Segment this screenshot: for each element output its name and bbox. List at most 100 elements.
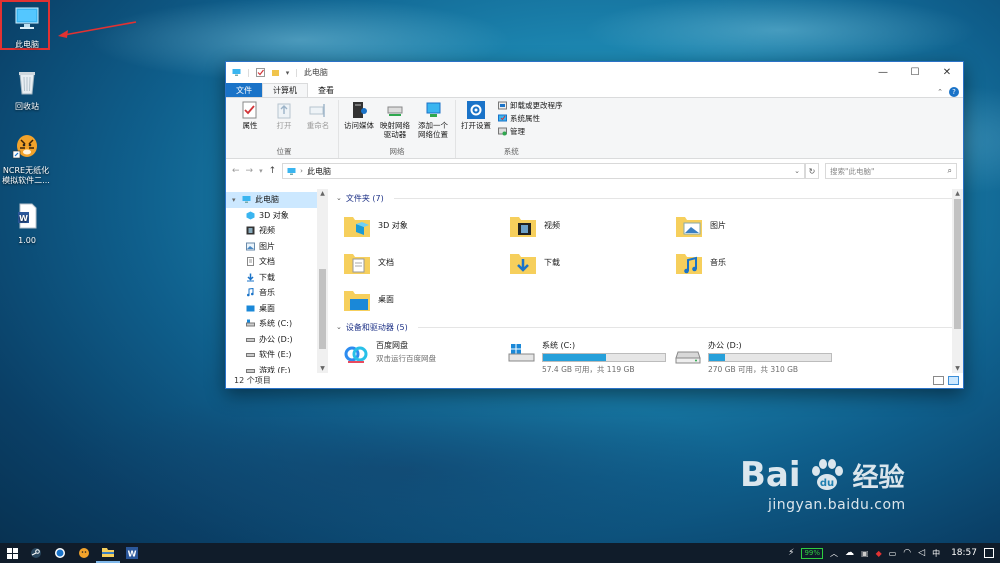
chevron-up-icon[interactable]: ︿ bbox=[830, 548, 838, 559]
volume-icon[interactable]: ◁ bbox=[918, 548, 925, 558]
folder-videos[interactable]: 视频 bbox=[508, 209, 674, 242]
nav-scrollbar[interactable]: ▲ ▼ bbox=[317, 189, 328, 373]
folders-section-header[interactable]: ⌄ 文件夹 (7) bbox=[336, 191, 963, 205]
nav-label: 此电脑 bbox=[255, 195, 279, 205]
desktop-icon-this-pc[interactable]: 此电脑 bbox=[0, 6, 54, 50]
nav-item-documents[interactable]: 文档 bbox=[226, 254, 328, 270]
nav-item-drive-e[interactable]: 软件 (E:) bbox=[226, 347, 328, 363]
taskbar-app-browser[interactable] bbox=[48, 543, 72, 563]
breadcrumb[interactable]: 此电脑 bbox=[307, 166, 331, 177]
system-tray: ⚡ 99% ︿ ☁ ▣ ◆ ▭ ◠ ◁ 中 18:57 bbox=[788, 547, 1000, 559]
chevron-down-icon[interactable]: ⌄ bbox=[336, 323, 342, 331]
nav-item-drive-d[interactable]: 办公 (D:) bbox=[226, 332, 328, 348]
open-button[interactable]: 打开 bbox=[268, 100, 300, 146]
scroll-thumb[interactable] bbox=[954, 199, 961, 329]
nav-item-music[interactable]: 音乐 bbox=[226, 285, 328, 301]
open-settings-button[interactable]: 打开设置 bbox=[460, 100, 492, 146]
close-button[interactable]: ✕ bbox=[931, 62, 963, 83]
help-icon[interactable]: ? bbox=[949, 87, 959, 97]
nav-item-downloads[interactable]: 下载 bbox=[226, 270, 328, 286]
manage-button[interactable]: 管理 bbox=[498, 126, 563, 137]
taskbar: W ⚡ 99% ︿ ☁ ▣ ◆ ▭ ◠ ◁ 中 18:57 bbox=[0, 543, 1000, 563]
app-tray-icon[interactable]: ▣ bbox=[861, 549, 869, 558]
folder-music[interactable]: 音乐 bbox=[674, 246, 840, 279]
folder-3d-objects[interactable]: 3D 对象 bbox=[342, 209, 508, 242]
forward-arrow-icon[interactable]: → bbox=[246, 166, 254, 176]
recycle-bin-icon bbox=[19, 72, 35, 95]
properties-button[interactable]: 属性 bbox=[234, 100, 266, 146]
device-baidu-netdisk[interactable]: 百度网盘 双击运行百度网盘 bbox=[342, 340, 508, 373]
folder-desktop[interactable]: 桌面 bbox=[342, 283, 508, 316]
ime-indicator[interactable]: 中 bbox=[932, 548, 940, 559]
uninstall-program-button[interactable]: 卸载或更改程序 bbox=[498, 100, 563, 111]
scroll-thumb[interactable] bbox=[319, 269, 326, 349]
large-icons-view-button[interactable] bbox=[948, 376, 959, 385]
taskbar-app-word[interactable]: W bbox=[120, 543, 144, 563]
window-controls: — ☐ ✕ bbox=[867, 62, 963, 83]
start-button[interactable] bbox=[0, 543, 24, 563]
minimize-button[interactable]: — bbox=[867, 62, 899, 83]
expand-ribbon-chevron-icon[interactable]: ⌃ bbox=[937, 88, 943, 96]
folder-documents[interactable]: 文档 bbox=[342, 246, 508, 279]
chevron-down-icon[interactable]: ⌄ bbox=[336, 194, 342, 202]
breadcrumb-chevron-icon[interactable]: › bbox=[300, 167, 303, 175]
wifi-icon[interactable]: ◠ bbox=[903, 548, 911, 558]
main-scrollbar[interactable]: ▲ ▼ bbox=[952, 189, 963, 373]
back-arrow-icon[interactable]: ← bbox=[232, 166, 240, 176]
customize-quick-access-chevron-icon[interactable]: ▾ bbox=[286, 69, 290, 77]
watermark-brand-suffix: 经验 bbox=[852, 462, 905, 493]
taskbar-app-tiger[interactable] bbox=[72, 543, 96, 563]
up-arrow-icon[interactable]: ↑ bbox=[269, 166, 277, 176]
battery-icon[interactable]: ▭ bbox=[889, 549, 897, 558]
recent-locations-chevron-icon[interactable]: ▾ bbox=[259, 167, 263, 175]
folder-downloads[interactable]: 下载 bbox=[508, 246, 674, 279]
cloud-icon[interactable]: ☁ bbox=[845, 548, 854, 558]
search-input[interactable]: 搜索"此电脑" ⌕ bbox=[825, 163, 957, 179]
desktop-icon-ncre[interactable]: NCRE无纸化模拟软件二... bbox=[0, 132, 52, 186]
nav-item-3d-objects[interactable]: 3D 对象 bbox=[226, 208, 328, 224]
map-network-drive-button[interactable]: 映射网络驱动器 bbox=[377, 100, 413, 146]
scroll-down-icon[interactable]: ▼ bbox=[317, 365, 328, 372]
desktop-icon-document[interactable]: W 1.00 bbox=[0, 202, 54, 246]
refresh-button[interactable]: ↻ bbox=[805, 163, 819, 179]
nav-item-drive-f[interactable]: 游戏 (F:) bbox=[226, 363, 328, 373]
rename-button[interactable]: 重命名 bbox=[302, 100, 334, 146]
add-network-location-button[interactable]: 添加一个网络位置 bbox=[415, 100, 451, 146]
nav-item-pictures[interactable]: 图片 bbox=[226, 239, 328, 255]
desktop-icon-recycle-bin[interactable]: 回收站 bbox=[0, 68, 54, 112]
scroll-down-icon[interactable]: ▼ bbox=[952, 365, 963, 372]
details-view-button[interactable] bbox=[933, 376, 944, 385]
tab-file[interactable]: 文件 bbox=[226, 83, 262, 97]
system-properties-button[interactable]: 系统属性 bbox=[498, 113, 563, 124]
tab-view[interactable]: 查看 bbox=[308, 83, 344, 97]
scroll-up-icon[interactable]: ▲ bbox=[317, 190, 328, 197]
red-app-tray-icon[interactable]: ◆ bbox=[876, 549, 882, 558]
devices-grid: 百度网盘 双击运行百度网盘 系统 (C:) 57.4 GB 可用，共 119 G… bbox=[336, 340, 963, 373]
device-drive-c[interactable]: 系统 (C:) 57.4 GB 可用，共 119 GB bbox=[508, 340, 674, 373]
notification-center-icon[interactable] bbox=[984, 548, 994, 558]
taskbar-app-steam[interactable] bbox=[24, 543, 48, 563]
folder-pictures[interactable]: 图片 bbox=[674, 209, 840, 242]
nav-item-videos[interactable]: 视频 bbox=[226, 223, 328, 239]
folder-desktop-icon bbox=[344, 290, 370, 311]
tab-computer[interactable]: 计算机 bbox=[262, 83, 308, 97]
scroll-up-icon[interactable]: ▲ bbox=[952, 190, 963, 197]
chevron-down-icon[interactable]: ▾ bbox=[232, 196, 238, 204]
clock[interactable]: 18:57 bbox=[951, 548, 977, 558]
nav-item-desktop[interactable]: 桌面 bbox=[226, 301, 328, 317]
maximize-button[interactable]: ☐ bbox=[899, 62, 931, 83]
navigation-pane: ▾ 此电脑 3D 对象 视频 图片 文档 下载 音乐 桌面 系统 (C:) 办公… bbox=[226, 189, 328, 373]
address-bar[interactable]: › 此电脑 ⌄ bbox=[282, 163, 805, 179]
taskbar-app-file-explorer[interactable] bbox=[96, 543, 120, 563]
address-dropdown-chevron-icon[interactable]: ⌄ bbox=[794, 167, 800, 175]
nav-item-this-pc[interactable]: ▾ 此电脑 bbox=[226, 192, 328, 208]
nav-item-drive-c[interactable]: 系统 (C:) bbox=[226, 316, 328, 332]
access-media-button[interactable]: 访问媒体 bbox=[343, 100, 375, 146]
battery-indicator[interactable]: 99% bbox=[801, 547, 823, 559]
this-pc-icon bbox=[287, 167, 296, 175]
device-drive-d[interactable]: 办公 (D:) 270 GB 可用，共 310 GB bbox=[674, 340, 840, 373]
devices-section-header[interactable]: ⌄ 设备和驱动器 (5) bbox=[336, 320, 963, 334]
new-folder-icon[interactable] bbox=[271, 68, 280, 77]
power-plug-icon[interactable]: ⚡ bbox=[788, 548, 794, 558]
properties-check-icon[interactable] bbox=[255, 68, 265, 77]
